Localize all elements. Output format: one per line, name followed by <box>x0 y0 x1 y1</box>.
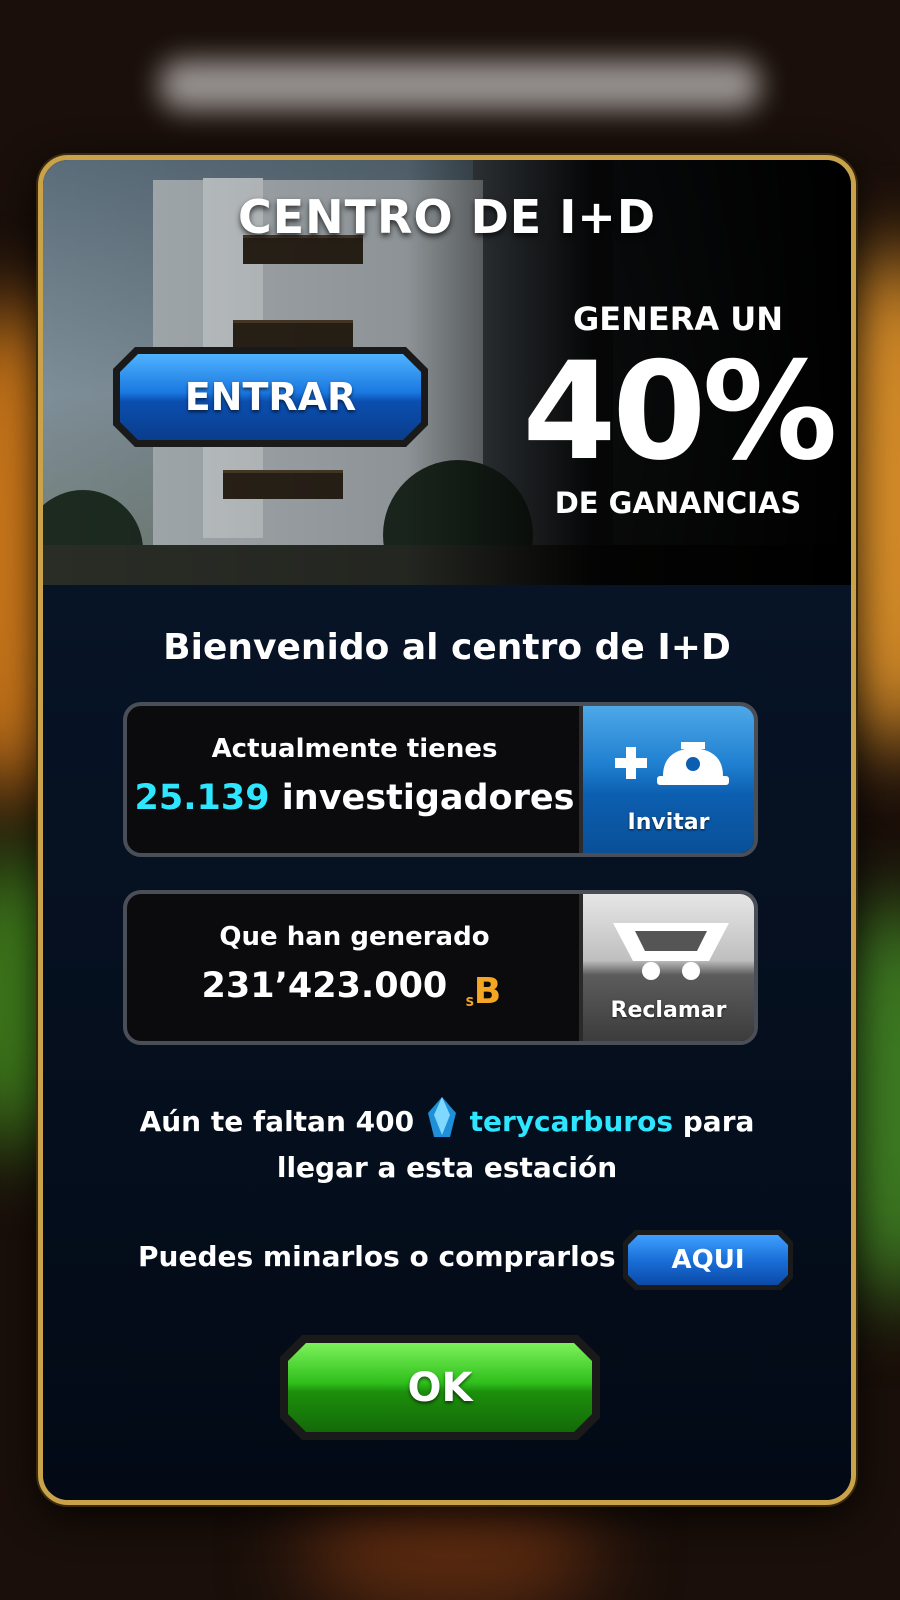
promo-percentage: 40% <box>522 333 837 490</box>
claim-label: Reclamar <box>610 998 727 1023</box>
ok-button[interactable]: OK <box>280 1335 600 1440</box>
requirement-resource[interactable]: terycarburos <box>470 1105 673 1138</box>
researchers-unit: investigadores <box>281 778 575 818</box>
banner: CENTRO DE I+D ENTRAR GENERA UN 40% DE GA… <box>43 160 851 585</box>
promo-block: GENERA UN 40% DE GANANCIAS <box>513 300 843 520</box>
requirement-text: Aún te faltan 400 terycarburos para lleg… <box>43 1095 851 1191</box>
researchers-card: Actualmente tienes 25.139 investigadores… <box>123 702 758 857</box>
requirement-prefix: Aún te faltan 400 <box>139 1105 415 1138</box>
earnings-amount: 231’423.000 <box>201 966 448 1006</box>
add-researcher-icon <box>615 742 729 785</box>
earnings-card: Que han generado 231’423.000 BS Reclamar <box>123 890 758 1045</box>
crystal-icon <box>427 1097 456 1137</box>
enter-button-label: ENTRAR <box>120 354 421 440</box>
buy-row: Puedes minarlos o comprarlos AQUI <box>138 1230 798 1290</box>
requirement-line2: llegar a esta estación <box>276 1151 618 1184</box>
welcome-heading: Bienvenido al centro de I+D <box>163 627 731 668</box>
claim-button[interactable]: Reclamar <box>579 894 754 1041</box>
mine-cart-icon <box>613 923 729 980</box>
buy-here-button[interactable]: AQUI <box>623 1230 793 1290</box>
researchers-caption: Actualmente tienes <box>211 734 498 764</box>
dialog-body: Bienvenido al centro de I+D Actualmente … <box>43 585 851 1500</box>
invite-label: Invitar <box>627 810 710 835</box>
invite-button[interactable]: Invitar <box>579 706 754 853</box>
ok-button-label: OK <box>288 1343 592 1432</box>
enter-button[interactable]: ENTRAR <box>113 347 428 447</box>
sb-coin-icon: BS <box>465 971 502 1012</box>
requirement-suffix: para <box>682 1105 755 1138</box>
buy-text: Puedes minarlos o comprarlos <box>138 1240 616 1273</box>
buy-here-label: AQUI <box>628 1235 788 1285</box>
earnings-caption: Que han generado <box>219 922 490 952</box>
researchers-count: 25.139 <box>134 778 270 818</box>
blurred-title <box>160 60 760 110</box>
rd-center-dialog: CENTRO DE I+D ENTRAR GENERA UN 40% DE GA… <box>38 155 856 1505</box>
banner-title: CENTRO DE I+D <box>237 190 657 244</box>
promo-bottom-text: DE GANANCIAS <box>554 486 802 520</box>
